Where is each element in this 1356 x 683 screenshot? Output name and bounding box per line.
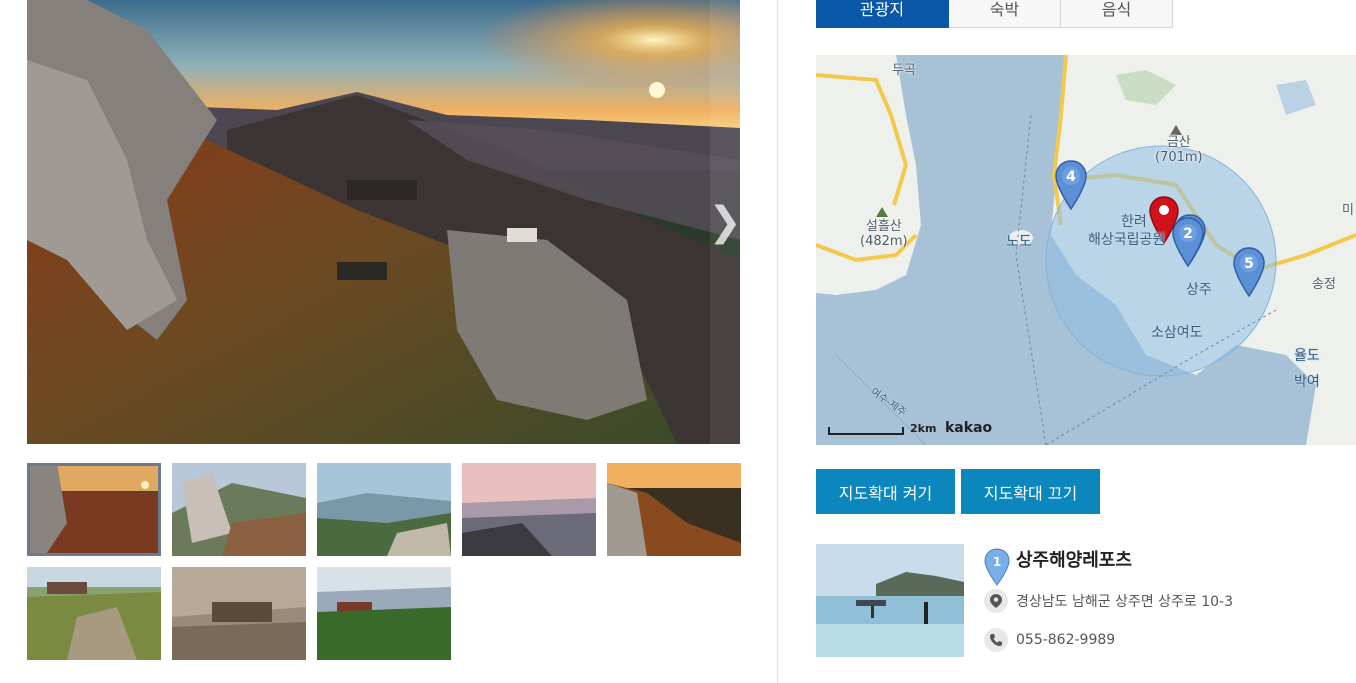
map-label-sangju: 상주 <box>1186 282 1212 298</box>
phone-icon <box>984 628 1008 652</box>
thumbnail-8[interactable] <box>317 567 451 660</box>
thumbnail-4[interactable] <box>462 463 596 556</box>
address-text: 경상남도 남해군 상주면 상주로 10-3 <box>1016 594 1234 610</box>
map-label-seolheulsan: 설흘산 (482m) <box>860 219 908 249</box>
thumbnail-3[interactable] <box>317 463 451 556</box>
address-row: 경상남도 남해군 상주면 상주로 10-3 <box>984 589 1233 613</box>
thumbnail-1[interactable] <box>27 463 161 556</box>
category-tabs: 관광지 숙박 음식 <box>816 0 1173 28</box>
main-photo: ❯ <box>27 0 740 444</box>
tab-tourist-spot[interactable]: 관광지 <box>816 0 949 28</box>
place-photo[interactable] <box>816 544 964 657</box>
map-label-songjeong: 송정 <box>1312 277 1336 292</box>
map-label-mi: 미 <box>1342 203 1354 218</box>
map-provider-logo[interactable]: kakao <box>945 420 992 436</box>
thumbnail-2[interactable] <box>172 463 306 556</box>
location-pin-icon <box>984 589 1008 613</box>
marker-4-label: 4 <box>1066 169 1076 185</box>
map[interactable]: 4 2 5 두곡 금산 (701m) 설흘산 (482m) 노도 한려 해상국립공원… <box>816 55 1356 445</box>
thumbnail-7[interactable] <box>172 567 306 660</box>
phone-text[interactable]: 055-862-9989 <box>1016 632 1115 648</box>
scale-bar <box>828 427 904 435</box>
map-marker-4[interactable]: 4 <box>1054 159 1088 211</box>
map-marker-5[interactable]: 5 <box>1232 246 1266 298</box>
map-label-bagyeo: 박여 <box>1294 374 1320 390</box>
zoom-off-button[interactable]: 지도확대 끄기 <box>961 469 1100 514</box>
tab-lodging[interactable]: 숙박 <box>949 0 1061 28</box>
map-label-dugok: 두곡 <box>892 63 916 78</box>
place-marker-label: 1 <box>993 555 1001 569</box>
beach-photo <box>816 544 964 657</box>
scale-text: 2km <box>910 422 937 435</box>
column-divider <box>777 0 778 683</box>
marker-2-label: 2 <box>1183 226 1193 242</box>
place-name[interactable]: 상주해양레포츠 <box>1016 546 1132 572</box>
map-label-geumsan: 금산 (701m) <box>1155 135 1203 165</box>
marker-5-label: 5 <box>1244 256 1254 272</box>
map-label-hallyeo: 한려 <box>1121 214 1147 230</box>
map-label-national-park: 해상국립공원 <box>1088 232 1166 248</box>
tab-food[interactable]: 음식 <box>1061 0 1173 28</box>
map-scale: 2km <box>828 422 936 435</box>
thumbnail-6[interactable] <box>27 567 161 660</box>
map-canvas[interactable] <box>816 55 1356 445</box>
map-label-yuldo: 율도 <box>1294 348 1320 364</box>
map-label-nodo: 노도 <box>1006 234 1032 250</box>
place-card[interactable]: 1 상주해양레포츠 경상남도 남해군 상주면 상주로 10-3 055-862-… <box>816 544 1356 658</box>
zoom-on-button[interactable]: 지도확대 켜기 <box>816 469 955 514</box>
mountain-sunset-photo <box>27 0 740 444</box>
place-marker-1: 1 <box>984 548 1010 586</box>
map-zoom-controls: 지도확대 켜기 지도확대 끄기 <box>816 469 1100 514</box>
next-image-button[interactable]: ❯ <box>708 0 740 444</box>
map-label-sosamyeodo: 소삼여도 <box>1151 325 1203 341</box>
phone-row: 055-862-9989 <box>984 628 1115 652</box>
thumbnail-5[interactable] <box>607 463 741 556</box>
